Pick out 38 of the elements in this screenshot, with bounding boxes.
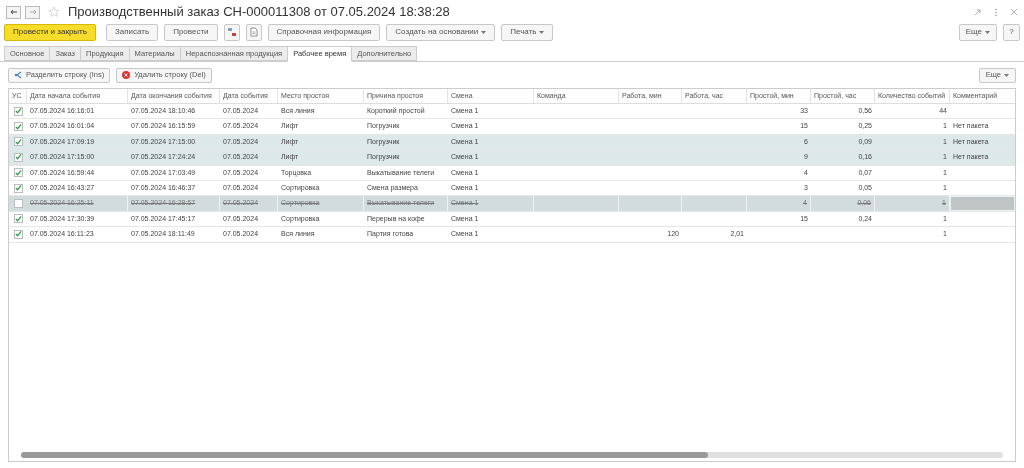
caret-icon: [539, 30, 545, 34]
checkbox[interactable]: [13, 199, 23, 209]
link-icon[interactable]: [973, 7, 982, 17]
caret-icon: [985, 30, 990, 34]
star-icon[interactable]: [48, 6, 60, 18]
caret-icon: [481, 30, 487, 34]
toolbar-button[interactable]: Записать: [105, 23, 159, 41]
horizontal-scrollbar[interactable]: [21, 452, 1003, 458]
toolbar-button[interactable]: Создать на основании: [386, 23, 496, 41]
toolbar-button[interactable]: Провести и закрыть: [4, 23, 96, 41]
checkbox[interactable]: [13, 168, 23, 178]
checkbox[interactable]: [13, 229, 23, 239]
split-icon: [14, 71, 22, 79]
movements-icon: [226, 27, 237, 37]
checkbox[interactable]: [13, 122, 23, 132]
toolbar-button[interactable]: Провести: [164, 23, 218, 41]
toolbar-button[interactable]: Справочная информация: [267, 23, 381, 41]
icon-button[interactable]: [245, 23, 262, 41]
checkbox[interactable]: [13, 137, 23, 147]
current-cell[interactable]: [950, 196, 1015, 211]
forward-arrow-icon: [28, 9, 37, 15]
more-button[interactable]: Еще: [958, 23, 997, 41]
checkbox[interactable]: [13, 152, 23, 162]
back-button[interactable]: [6, 5, 21, 19]
close-icon[interactable]: [1010, 8, 1018, 16]
document-icon: [248, 27, 259, 37]
help-button[interactable]: ?: [1003, 23, 1020, 41]
caret-icon: [1004, 73, 1009, 77]
back-arrow-icon: [9, 9, 18, 15]
checkbox[interactable]: [13, 183, 23, 193]
checkbox[interactable]: [13, 214, 23, 224]
forward-button[interactable]: [25, 5, 40, 19]
scrollbar-thumb[interactable]: [21, 452, 709, 458]
toolbar-button[interactable]: Печать: [501, 23, 554, 41]
window-title: Производственный заказ СН-000011308 от 07.05.2024 18:38:28: [68, 3, 450, 22]
icon-button[interactable]: [223, 23, 240, 41]
delete-icon: [122, 71, 131, 79]
checkbox[interactable]: [13, 106, 23, 116]
